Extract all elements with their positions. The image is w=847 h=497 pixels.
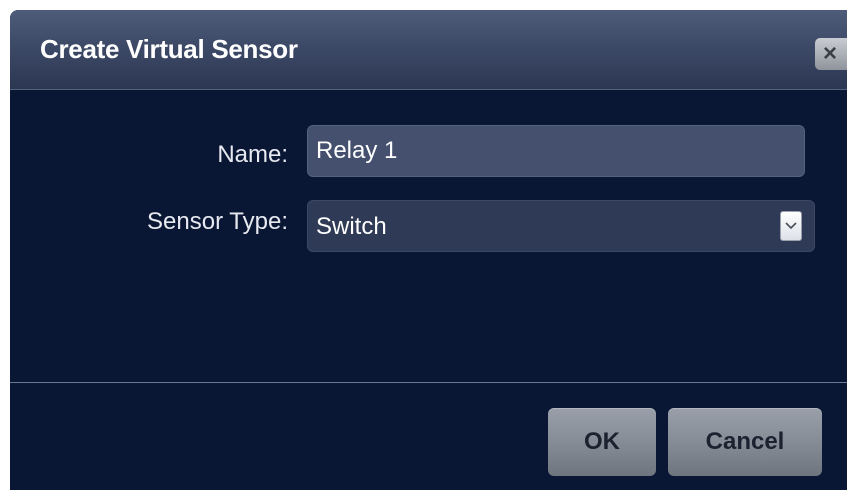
create-virtual-sensor-dialog: Create Virtual Sensor × Name: Sensor Typ… [10, 10, 847, 490]
close-button[interactable]: × [815, 38, 847, 70]
ok-button[interactable]: OK [548, 408, 656, 476]
sensor-type-select[interactable]: Switch [307, 200, 815, 252]
chevron-down-icon[interactable] [780, 211, 802, 241]
dialog-title: Create Virtual Sensor [40, 34, 298, 64]
sensor-type-selected-value: Switch [316, 213, 387, 240]
name-label: Name: [217, 141, 288, 168]
dialog-titlebar[interactable]: Create Virtual Sensor × [10, 10, 847, 90]
footer-divider [10, 382, 847, 383]
close-icon[interactable]: × [823, 40, 837, 67]
sensor-type-label: Sensor Type: [147, 208, 288, 235]
name-input[interactable] [307, 125, 805, 177]
cancel-button[interactable]: Cancel [668, 408, 822, 476]
